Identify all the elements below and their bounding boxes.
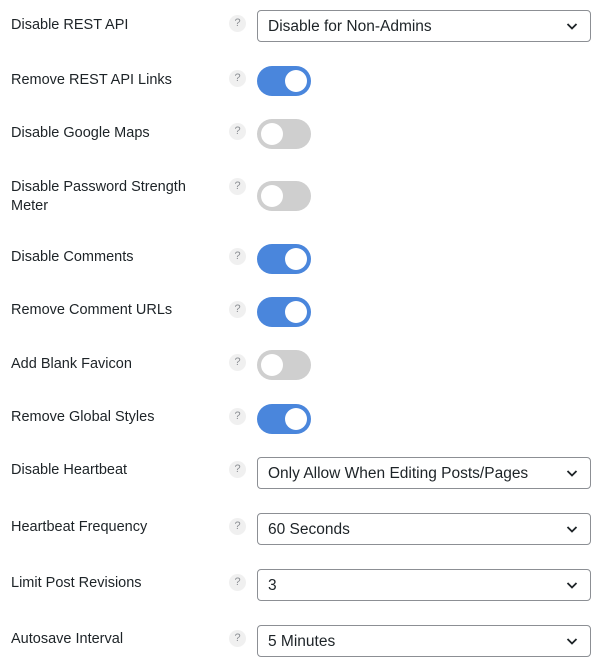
help-icon[interactable]: ? [229, 123, 246, 140]
help-icon[interactable]: ? [229, 518, 246, 535]
select-value: 5 Minutes [268, 633, 336, 650]
remove-global-styles-toggle[interactable] [257, 404, 311, 434]
setting-label: Add Blank Favicon [11, 356, 132, 372]
chevron-down-icon [566, 582, 578, 589]
help-icon[interactable]: ? [229, 70, 246, 87]
setting-label: Remove REST API Links [11, 72, 172, 88]
setting-label: Disable Heartbeat [11, 462, 128, 478]
setting-label: Autosave Interval [11, 631, 124, 647]
help-icon[interactable]: ? [229, 248, 246, 265]
toggle-knob [285, 248, 307, 270]
remove-comment-urls-toggle[interactable] [257, 297, 311, 327]
help-icon[interactable]: ? [229, 301, 246, 318]
disable-comments-toggle[interactable] [257, 244, 311, 274]
select-value: 60 Seconds [268, 521, 350, 538]
setting-label: Limit Post Revisions [11, 575, 142, 591]
disable-rest-api-select[interactable]: Disable for Non-Admins [257, 10, 591, 42]
remove-rest-api-links-toggle[interactable] [257, 66, 311, 96]
chevron-down-icon [566, 470, 578, 477]
help-icon[interactable]: ? [229, 15, 246, 32]
setting-label: Disable Google Maps [11, 125, 150, 141]
toggle-knob [261, 123, 283, 145]
heartbeat-frequency-select[interactable]: 60 Seconds [257, 513, 591, 545]
setting-label: Disable Comments [11, 249, 134, 265]
help-icon[interactable]: ? [229, 574, 246, 591]
chevron-down-icon [566, 526, 578, 533]
help-icon[interactable]: ? [229, 354, 246, 371]
setting-label: Disable Password Strength Meter [11, 179, 186, 214]
setting-label: Heartbeat Frequency [11, 519, 148, 535]
setting-label: Disable REST API [11, 17, 129, 33]
toggle-knob [285, 408, 307, 430]
disable-password-strength-meter-toggle[interactable] [257, 181, 311, 211]
setting-label: Remove Global Styles [11, 409, 155, 425]
disable-heartbeat-select[interactable]: Only Allow When Editing Posts/Pages [257, 457, 591, 489]
help-icon[interactable]: ? [229, 461, 246, 478]
chevron-down-icon [566, 23, 578, 30]
limit-post-revisions-select[interactable]: 3 [257, 569, 591, 601]
select-value: 3 [268, 577, 277, 594]
toggle-knob [261, 185, 283, 207]
toggle-knob [261, 354, 283, 376]
select-value: Only Allow When Editing Posts/Pages [268, 465, 529, 482]
autosave-interval-select[interactable]: 5 Minutes [257, 625, 591, 657]
add-blank-favicon-toggle[interactable] [257, 350, 311, 380]
toggle-knob [285, 70, 307, 92]
help-icon[interactable]: ? [229, 630, 246, 647]
chevron-down-icon [566, 638, 578, 645]
disable-google-maps-toggle[interactable] [257, 119, 311, 149]
select-value: Disable for Non-Admins [268, 18, 432, 35]
help-icon[interactable]: ? [229, 408, 246, 425]
setting-label: Remove Comment URLs [11, 302, 173, 318]
toggle-knob [285, 301, 307, 323]
help-icon[interactable]: ? [229, 178, 246, 195]
